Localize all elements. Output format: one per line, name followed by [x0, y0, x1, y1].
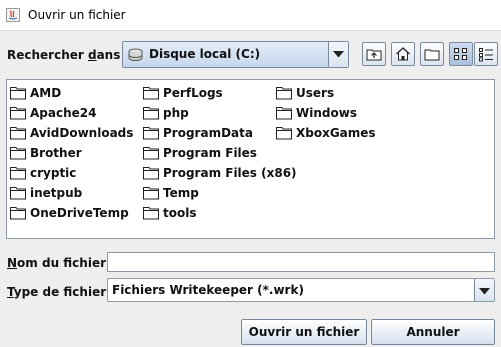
folder-icon [143, 187, 159, 200]
open-file-button[interactable]: Ouvrir un fichier [241, 319, 367, 345]
file-name: Program Files (x86) [163, 166, 297, 180]
look-in-dropdown-button[interactable] [328, 42, 348, 67]
file-type-combo[interactable]: Fichiers Writekeeper (*.wrk) [107, 278, 495, 302]
folder-icon [10, 147, 26, 160]
folder-icon [143, 127, 159, 140]
cancel-button[interactable]: Annuler [371, 319, 495, 345]
java-app-icon [6, 8, 20, 22]
file-name: tools [163, 206, 197, 220]
file-name: Program Files [163, 146, 257, 160]
file-name: PerfLogs [163, 86, 223, 100]
look-in-label-mnemonic: d [87, 48, 97, 62]
details-view-button[interactable] [474, 42, 498, 66]
chevron-down-icon [479, 288, 490, 295]
file-name-input[interactable] [107, 252, 495, 272]
folder-icon [143, 147, 159, 160]
file-name: AvidDownloads [30, 126, 134, 140]
file-name: Apache24 [30, 106, 97, 120]
file-name: OneDriveTemp [30, 206, 129, 220]
file-list[interactable]: AMD Apache24 AvidDownloads Brother crypt… [6, 79, 495, 239]
hard-drive-icon [128, 48, 143, 61]
folder-icon [10, 127, 26, 140]
list-view-icon [454, 48, 467, 60]
chevron-down-icon [333, 51, 344, 58]
look-in-value: Disque local (C:) [149, 47, 261, 61]
list-view-button[interactable] [449, 42, 473, 66]
file-name: AMD [30, 86, 62, 100]
file-type-label-mnemonic: T [7, 285, 14, 299]
file-name: Temp [163, 186, 199, 200]
folder-icon [10, 207, 26, 220]
file-name: XboxGames [296, 126, 376, 140]
look-in-label: Rechercher dans : [7, 48, 129, 62]
folder-icon [143, 207, 159, 220]
folder-icon [10, 87, 26, 100]
details-view-icon [479, 48, 493, 62]
folder-icon [143, 167, 159, 180]
file-name: Users [296, 86, 335, 100]
create-new-folder-button[interactable] [420, 42, 444, 66]
look-in-combo[interactable]: Disque local (C:) [122, 41, 349, 68]
title-bar: Ouvrir un fichier [0, 0, 501, 31]
file-type-value: Fichiers Writekeeper (*.wrk) [112, 283, 304, 297]
folder-icon [276, 107, 292, 120]
file-type-dropdown-button[interactable] [474, 279, 494, 301]
folder-icon [276, 87, 292, 100]
new-folder-icon [424, 49, 440, 61]
home-button[interactable] [391, 42, 415, 66]
file-type-label-rest: ype de fichier : [13, 285, 116, 299]
up-folder-icon [366, 49, 382, 61]
file-type-label: Type de fichier : [7, 285, 115, 299]
file-name: Brother [30, 146, 82, 160]
file-name: Windows [296, 106, 357, 120]
up-one-level-button[interactable] [362, 42, 386, 66]
file-name: cryptic [30, 166, 77, 180]
file-name: ProgramData [163, 126, 253, 140]
folder-icon [143, 107, 159, 120]
folder-icon [10, 107, 26, 120]
file-name-label-rest: om du fichier : [17, 256, 115, 270]
file-name: php [163, 106, 189, 120]
file-name: inetpub [30, 186, 83, 200]
file-name-label-mnemonic: N [7, 256, 18, 270]
folder-icon [143, 87, 159, 100]
file-name-label: Nom du fichier : [7, 256, 115, 270]
folder-icon [10, 187, 26, 200]
folder-icon [10, 167, 26, 180]
window-title: Ouvrir un fichier [28, 8, 126, 22]
home-icon [396, 47, 410, 61]
look-in-label-prefix: Rechercher [7, 48, 88, 62]
folder-icon [276, 127, 292, 140]
